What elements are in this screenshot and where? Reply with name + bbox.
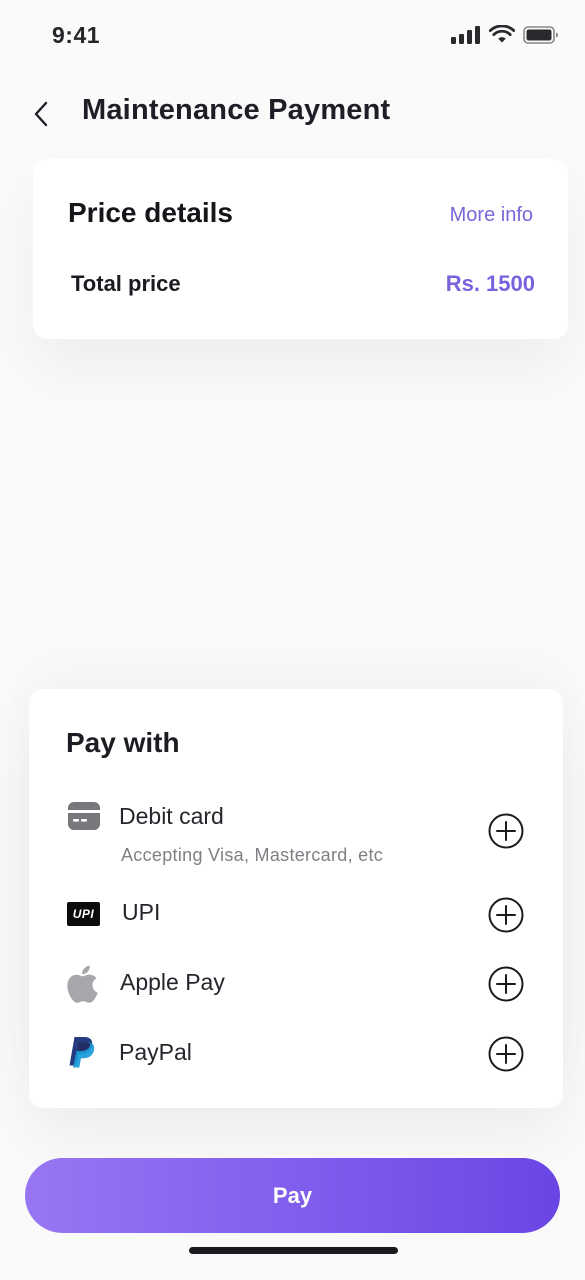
signal-icon — [451, 25, 480, 44]
plus-circle-icon[interactable] — [488, 813, 524, 849]
wifi-icon — [489, 25, 515, 43]
method-subtitle: Accepting Visa, Mastercard, etc — [121, 845, 384, 865]
method-label: Debit card — [119, 803, 224, 829]
price-details-title: Price details — [68, 197, 233, 228]
method-label: Apple Pay — [120, 969, 225, 995]
upi-logo-icon: UPI — [67, 902, 100, 926]
status-time: 9:41 — [52, 22, 101, 48]
total-price-label: Total price — [71, 271, 181, 296]
paypal-icon — [65, 1035, 97, 1069]
status-icons — [451, 25, 559, 44]
method-label: UPI — [122, 899, 161, 925]
back-button[interactable] — [26, 96, 56, 132]
price-details-card: Price details More info Total price Rs. … — [33, 159, 568, 339]
home-indicator — [189, 1247, 398, 1254]
battery-icon — [523, 25, 558, 44]
payment-method-paypal[interactable]: PayPal — [29, 1025, 563, 1085]
plus-circle-icon[interactable] — [488, 897, 524, 933]
payment-method-debit-card[interactable]: Debit card Accepting Visa, Mastercard, e… — [29, 793, 563, 873]
pay-with-title: Pay with — [66, 727, 180, 758]
status-bar: 9:41 — [0, 0, 585, 70]
total-price-value: Rs. 1500 — [445, 271, 535, 296]
method-label: PayPal — [119, 1039, 192, 1065]
credit-card-icon — [67, 801, 101, 831]
plus-circle-icon[interactable] — [488, 966, 524, 1002]
more-info-link[interactable]: More info — [450, 204, 533, 227]
pay-button[interactable]: Pay — [25, 1158, 560, 1233]
payment-method-upi[interactable]: UPI UPI — [29, 885, 563, 945]
chevron-left-icon — [34, 101, 48, 127]
upi-logo-text: UPI — [72, 907, 95, 921]
payment-method-apple-pay[interactable]: Apple Pay — [29, 955, 563, 1015]
page-title: Maintenance Payment — [82, 94, 391, 126]
plus-circle-icon[interactable] — [488, 1036, 524, 1072]
apple-icon — [65, 964, 99, 1004]
pay-with-card: Pay with Debit card Accepting Visa, Mast… — [29, 689, 563, 1108]
